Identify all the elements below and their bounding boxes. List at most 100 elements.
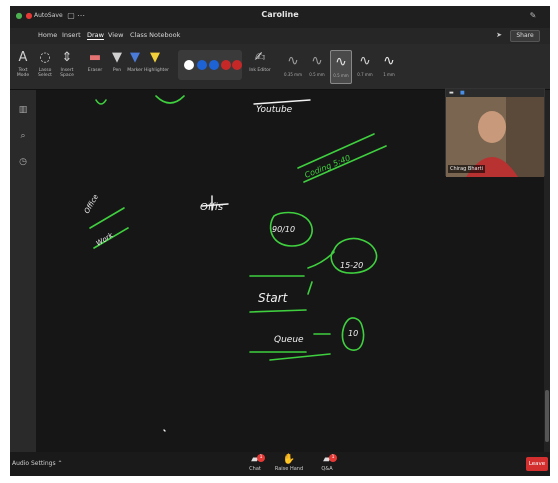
- eraser-tool[interactable]: ▬ Eraser: [84, 48, 106, 73]
- ink-stroke: [89, 207, 125, 229]
- pen-icon[interactable]: ✎: [528, 11, 538, 21]
- ink-stroke: [307, 251, 335, 269]
- pen-size-option[interactable]: ∿ 0.35 mm: [282, 50, 304, 84]
- note-office: Office: [83, 193, 100, 215]
- ink-stroke: [155, 95, 185, 104]
- pen-stroke-icon: ∿: [335, 54, 347, 70]
- qa-badge: 1: [329, 454, 337, 462]
- note-work: Work: [95, 231, 115, 248]
- insert-space-tool[interactable]: ⇕ Insert Space: [56, 48, 78, 78]
- ink-stroke: [95, 99, 107, 105]
- search-icon[interactable]: ⌕: [17, 130, 29, 142]
- tab-home[interactable]: Home: [38, 31, 57, 39]
- ink-editor-icon: ✍: [254, 50, 266, 65]
- marker-tool[interactable]: ▼ Marker: [124, 48, 146, 73]
- qa-icon: ▰: [323, 454, 331, 465]
- more-icon[interactable]: ⋯: [76, 11, 86, 21]
- pen-size-label: 0.5 mm: [309, 72, 325, 77]
- lasso-label: Lasso Select: [38, 68, 52, 78]
- color-swatch[interactable]: [221, 60, 231, 70]
- raise-hand-label: Raise Hand: [274, 466, 304, 472]
- tab-insert[interactable]: Insert: [62, 31, 81, 39]
- ink-editor-tool[interactable]: ✍ Ink Editor: [246, 48, 274, 73]
- menu-bar: Home Insert Draw View Class Notebook ➤ S…: [10, 28, 550, 44]
- save-icon[interactable]: ▢: [66, 11, 76, 21]
- text-mode-icon: A: [18, 50, 28, 65]
- highlighter-icon: ▼: [150, 50, 160, 65]
- pen-size-option[interactable]: ∿ 1 mm: [378, 50, 400, 84]
- note-queue: Queue: [274, 335, 304, 345]
- note-range: 15-20: [340, 261, 363, 270]
- insert-space-label: Insert Space: [60, 68, 74, 78]
- chat-icon: ▰: [251, 454, 259, 465]
- title-bar: ● ● AutoSave ▢ ⋯ Caroline ✎: [10, 6, 550, 28]
- note-ratio: 90/10: [272, 225, 295, 234]
- ink-editor-label: Ink Editor: [249, 68, 271, 73]
- autosave-label[interactable]: AutoSave: [34, 12, 63, 19]
- share-button[interactable]: Share: [510, 30, 540, 42]
- leave-button[interactable]: Leave: [526, 457, 548, 471]
- note-coding: Coding 5:40: [303, 153, 351, 179]
- color-palette: [178, 50, 242, 80]
- note-ten: 10: [348, 329, 358, 338]
- notebooks-icon[interactable]: ▥: [17, 104, 29, 116]
- highlighter-label: Highlighter: [144, 68, 169, 73]
- meeting-controls: Audio Settings ⌃ ▰ 1 Chat ✋ Raise Hand ▰…: [10, 452, 550, 476]
- pointer-icon[interactable]: ➤: [496, 31, 502, 39]
- app-window: ● ● AutoSave ▢ ⋯ Caroline ✎ Home Insert …: [10, 6, 550, 476]
- marker-label: Marker: [127, 68, 143, 73]
- raise-hand-button[interactable]: ✋ Raise Hand: [273, 454, 305, 472]
- highlighter-tool[interactable]: ▼ Highlighter: [144, 48, 169, 73]
- audio-settings-button[interactable]: Audio Settings ⌃: [12, 460, 63, 467]
- pen-size-gallery: ∿ 0.35 mm ∿ 0.5 mm ∿ 0.5 mm ∿ 0.7 mm ∿ 1…: [282, 50, 406, 84]
- color-swatch[interactable]: [197, 60, 207, 70]
- qa-button[interactable]: ▰ 1 Q&A: [311, 454, 343, 472]
- pen-size-label: 0.35 mm: [284, 72, 302, 77]
- chat-badge: 1: [257, 454, 265, 462]
- lasso-tool[interactable]: ◌ Lasso Select: [34, 48, 56, 78]
- note-start: Start: [258, 291, 289, 305]
- note-offis: Offis: [200, 202, 223, 213]
- participant-name: Chirag Bharti: [448, 165, 486, 173]
- ink-stroke: [307, 281, 313, 295]
- pen-size-label: 0.5 mm: [333, 73, 349, 78]
- lasso-icon: ◌: [39, 50, 51, 65]
- screen-share-icon[interactable]: ■: [460, 90, 465, 96]
- chat-label: Chat: [249, 466, 261, 472]
- marker-icon: ▼: [130, 50, 140, 65]
- pen-size-option-selected[interactable]: ∿ 0.5 mm: [330, 50, 352, 84]
- pen-stroke-icon: ∿: [359, 53, 371, 69]
- hand-icon: ✋: [282, 454, 296, 465]
- tab-class-notebook[interactable]: Class Notebook: [130, 31, 180, 39]
- eraser-icon: ▬: [88, 50, 102, 65]
- pen-size-option[interactable]: ∿ 0.7 mm: [354, 50, 376, 84]
- shield-icon: ●: [15, 11, 23, 20]
- tab-view[interactable]: View: [108, 31, 123, 39]
- text-mode-label: Text Mode: [16, 68, 30, 78]
- pen-stroke-icon: ∿: [311, 53, 323, 69]
- chevron-up-icon: ⌃: [57, 460, 63, 467]
- pen-size-option[interactable]: ∿ 0.5 mm: [306, 50, 328, 84]
- participant-video[interactable]: ▬ ■ Chirag Bharti: [445, 88, 545, 177]
- window-title: Caroline: [261, 10, 299, 19]
- insert-space-icon: ⇕: [61, 50, 73, 65]
- note-youtube: Youtube: [256, 105, 293, 115]
- text-mode-tool[interactable]: A Text Mode: [12, 48, 34, 78]
- color-swatch[interactable]: [209, 60, 219, 70]
- pen-size-label: 1 mm: [383, 72, 395, 77]
- history-icon[interactable]: ◷: [17, 156, 29, 168]
- color-swatch[interactable]: [232, 60, 242, 70]
- video-toolbar: ▬ ■: [446, 89, 544, 97]
- ink-stroke: [253, 99, 311, 105]
- color-swatch[interactable]: [184, 60, 194, 70]
- draw-ribbon: A Text Mode ◌ Lasso Select ⇕ Insert Spac…: [10, 44, 550, 90]
- minimize-icon[interactable]: ▬: [449, 90, 454, 96]
- chat-button[interactable]: ▰ 1 Chat: [239, 454, 271, 472]
- tab-draw[interactable]: Draw: [87, 31, 104, 40]
- record-icon[interactable]: ●: [24, 11, 34, 21]
- pen-stroke-icon: ∿: [287, 53, 299, 69]
- left-sidebar: ▥ ⌕ ◷: [10, 90, 36, 452]
- ink-stroke: [269, 353, 331, 361]
- scrollbar-thumb[interactable]: [545, 390, 549, 442]
- qa-label: Q&A: [321, 466, 333, 472]
